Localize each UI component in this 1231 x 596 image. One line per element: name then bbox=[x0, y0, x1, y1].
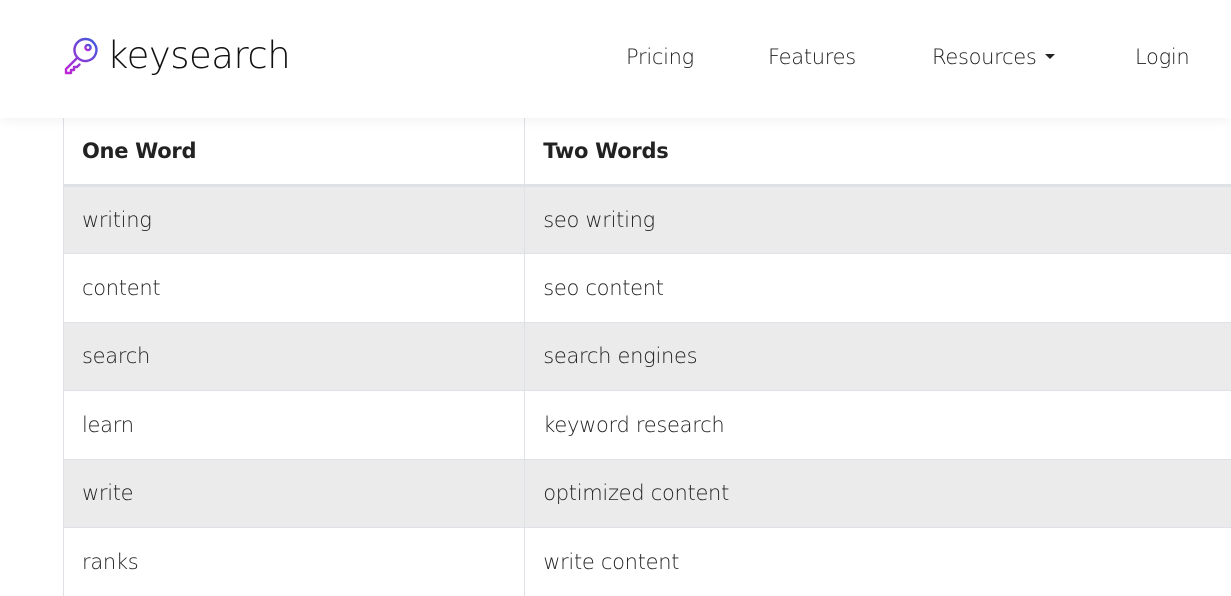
table-cell: write bbox=[64, 459, 525, 528]
table-row: learn keyword research bbox=[64, 391, 1231, 460]
site-header: keysearch Pricing Features Resources Log… bbox=[0, 0, 1231, 118]
table-cell: keyword research bbox=[525, 391, 1231, 460]
table-cell: seo writing bbox=[525, 185, 1231, 254]
table-row: content seo content bbox=[64, 254, 1231, 323]
table-header-row: One Word Two Words bbox=[64, 118, 1231, 185]
table-cell: search engines bbox=[525, 322, 1231, 391]
table-cell: writing bbox=[64, 185, 525, 254]
nav-resources-label: Resources bbox=[932, 45, 1037, 69]
table-cell: write content bbox=[525, 528, 1231, 596]
caret-down-icon bbox=[1045, 54, 1055, 59]
column-header-one-word: One Word bbox=[64, 118, 525, 185]
nav-features[interactable]: Features bbox=[768, 45, 856, 69]
nav-pricing[interactable]: Pricing bbox=[626, 45, 694, 69]
table-cell: seo content bbox=[525, 254, 1231, 323]
brand-logo[interactable]: keysearch bbox=[61, 30, 290, 80]
brand-name: keysearch bbox=[107, 34, 290, 77]
nav-resources[interactable]: Resources bbox=[932, 45, 1055, 69]
table-row: search search engines bbox=[64, 322, 1231, 391]
keyword-table: One Word Two Words writing seo writing c… bbox=[63, 118, 1231, 596]
table-cell: ranks bbox=[64, 528, 525, 596]
table-row: write optimized content bbox=[64, 459, 1231, 528]
table-cell: content bbox=[64, 254, 525, 323]
key-icon bbox=[61, 35, 101, 75]
table-cell: optimized content bbox=[525, 459, 1231, 528]
table-cell: learn bbox=[64, 391, 525, 460]
keyword-table-container: One Word Two Words writing seo writing c… bbox=[63, 118, 1231, 596]
table-cell: search bbox=[64, 322, 525, 391]
table-row: writing seo writing bbox=[64, 185, 1231, 254]
column-header-two-words: Two Words bbox=[525, 118, 1231, 185]
nav-login[interactable]: Login bbox=[1135, 45, 1189, 69]
table-row: ranks write content bbox=[64, 528, 1231, 596]
